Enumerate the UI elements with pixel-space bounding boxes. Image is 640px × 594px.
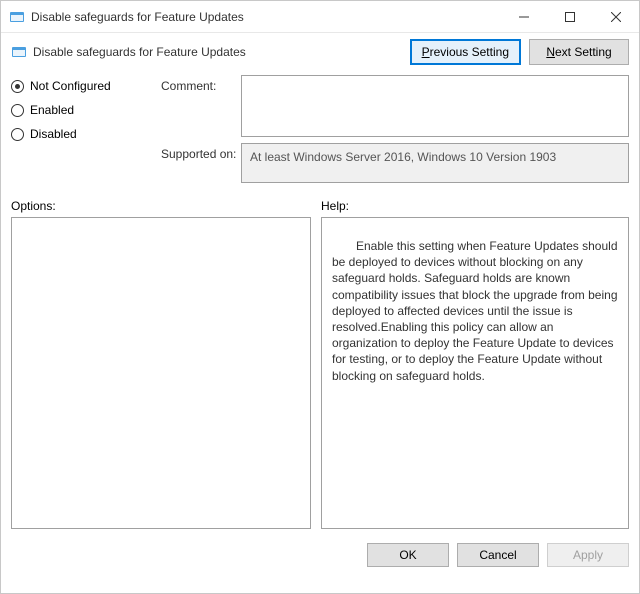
help-label: Help:: [321, 199, 349, 213]
radio-label: Enabled: [30, 103, 74, 117]
window-title: Disable safeguards for Feature Updates: [31, 10, 501, 24]
radio-icon: [11, 80, 24, 93]
radio-icon: [11, 104, 24, 117]
radio-enabled[interactable]: Enabled: [11, 103, 151, 117]
footer: OK Cancel Apply: [1, 535, 639, 577]
state-column: Not Configured Enabled Disabled: [11, 75, 151, 189]
ok-button[interactable]: OK: [367, 543, 449, 567]
mid-labels: Options: Help:: [1, 193, 639, 217]
header-row: Disable safeguards for Feature Updates P…: [1, 33, 639, 73]
minimize-button[interactable]: [501, 1, 547, 33]
help-panel: Enable this setting when Feature Updates…: [321, 217, 629, 529]
config-area: Not Configured Enabled Disabled Comment:…: [1, 73, 639, 193]
setting-name: Disable safeguards for Feature Updates: [33, 45, 402, 59]
radio-not-configured[interactable]: Not Configured: [11, 79, 151, 93]
options-panel: [11, 217, 311, 529]
help-text: Enable this setting when Feature Updates…: [332, 238, 618, 384]
cancel-button[interactable]: Cancel: [457, 543, 539, 567]
setting-icon: [11, 44, 27, 60]
radio-icon: [11, 128, 24, 141]
comment-label: Comment:: [161, 75, 241, 137]
fields-column: Comment: Supported on: At least Windows …: [161, 75, 629, 189]
next-setting-button[interactable]: Next Setting: [529, 39, 629, 65]
comment-input[interactable]: [241, 75, 629, 137]
radio-disabled[interactable]: Disabled: [11, 127, 151, 141]
panels: Enable this setting when Feature Updates…: [1, 217, 639, 535]
radio-label: Disabled: [30, 127, 77, 141]
supported-on-value: At least Windows Server 2016, Windows 10…: [241, 143, 629, 183]
close-button[interactable]: [593, 1, 639, 33]
radio-label: Not Configured: [30, 79, 111, 93]
apply-button: Apply: [547, 543, 629, 567]
maximize-button[interactable]: [547, 1, 593, 33]
options-label: Options:: [11, 199, 311, 213]
gpo-setting-icon: [9, 9, 25, 25]
supported-on-label: Supported on:: [161, 143, 241, 183]
titlebar: Disable safeguards for Feature Updates: [1, 1, 639, 33]
previous-setting-button[interactable]: Previous Setting: [410, 39, 521, 65]
